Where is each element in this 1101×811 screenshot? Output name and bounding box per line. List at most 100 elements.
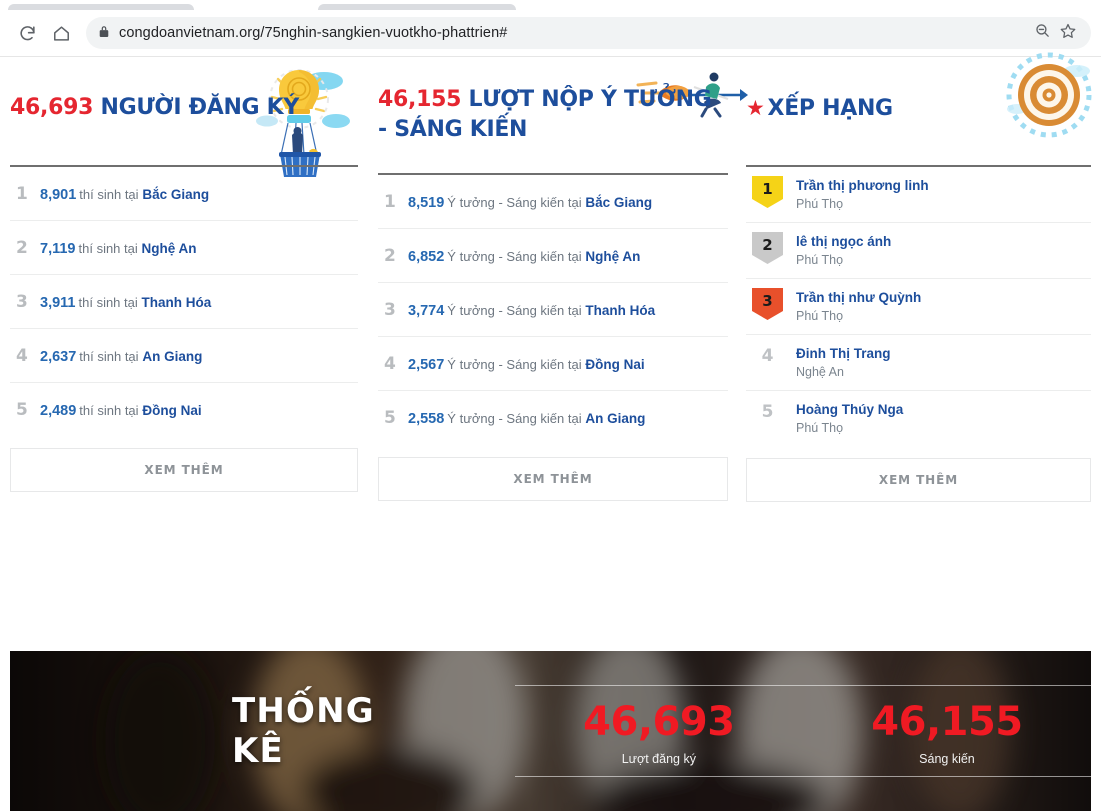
address-bar[interactable]: congdoanvietnam.org/75nghin-sangkien-vuo… [86,17,1091,49]
list-item[interactable]: 3 3,774 Ý tưởng - Sáng kiến tại Thanh Hóa [378,283,728,337]
item-value: 2,567 [408,357,445,373]
registrants-see-more-button[interactable]: XEM THÊM [10,448,358,492]
statistics-banner: THỐNG KÊ 46,693 Lượt đăng ký 46,155 Sáng… [10,651,1091,811]
rank-number: 1 [384,192,396,212]
item-value: 8,901 [40,187,77,203]
ideas-count: 46,155 [378,87,462,112]
browser-toolbar: congdoanvietnam.org/75nghin-sangkien-vuo… [0,10,1101,56]
zoom-out-icon[interactable] [1034,22,1051,44]
person-name: Hoàng Thúy Nga [796,402,904,417]
section-rule [378,173,728,175]
ranking-heading-text: XẾP HẠNG [767,96,894,121]
rank-badge: 3 [752,288,783,320]
item-value: 3,774 [408,303,445,319]
lock-icon [98,24,110,43]
rank-number: 2 [384,246,396,266]
item-province: Bắc Giang [585,195,653,210]
rank-badge: 5 [761,402,774,422]
person-name: Trần thị phương linh [796,178,929,193]
banner-title: THỐNG KÊ [232,691,375,771]
ideas-heading: 46,155 LƯỢT NỘP Ý TƯỞNG - SÁNG KIẾN [378,85,728,145]
person-province: Phú Thọ [796,253,844,267]
browser-tab[interactable] [318,4,516,10]
ideas-see-more-button[interactable]: XEM THÊM [378,457,728,501]
person-province: Phú Thọ [796,197,844,211]
list-item[interactable]: 3 Trần thị như Quỳnh Phú Thọ [746,279,1091,335]
ranking-card: ★ XẾP HẠNG 1 Trần thị phương linh Phú Thọ… [740,52,1101,502]
list-item[interactable]: 5 Hoàng Thúy Nga Phú Thọ [746,391,1091,446]
list-item[interactable]: 2 7,119 thí sinh tại Nghệ An [10,221,358,275]
list-item[interactable]: 2 lê thị ngọc ánh Phú Thọ [746,223,1091,279]
rank-badge: 4 [761,346,774,366]
ideas-list: 1 8,519 Ý tưởng - Sáng kiến tại Bắc Giang… [378,175,728,444]
ideas-heading-text-line2: - SÁNG KIẾN [378,117,528,142]
rank-number: 5 [384,408,396,428]
section-rule [10,165,358,167]
item-middle-text: Ý tưởng - Sáng kiến tại [447,249,582,264]
rank-number: 4 [16,346,28,366]
list-item[interactable]: 4 2,567 Ý tưởng - Sáng kiến tại Đồng Nai [378,337,728,391]
item-province: An Giang [585,411,646,426]
list-item[interactable]: 1 Trần thị phương linh Phú Thọ [746,167,1091,223]
item-middle-text: Ý tưởng - Sáng kiến tại [447,411,582,426]
list-item[interactable]: 1 8,901 thí sinh tại Bắc Giang [10,167,358,221]
list-item[interactable]: 4 Đinh Thị Trang Nghệ An [746,335,1091,391]
list-item[interactable]: 4 2,637 thí sinh tại An Giang [10,329,358,383]
rank-number: 3 [384,300,396,320]
banner-stat-number: 46,693 [583,699,735,745]
item-province: Nghệ An [141,241,197,256]
list-item[interactable]: 1 8,519 Ý tưởng - Sáng kiến tại Bắc Giang [378,175,728,229]
item-value: 3,911 [40,295,76,311]
browser-chrome: congdoanvietnam.org/75nghin-sangkien-vuo… [0,0,1101,57]
list-item[interactable]: 2 6,852 Ý tưởng - Sáng kiến tại Nghệ An [378,229,728,283]
item-province: Thanh Hóa [585,303,656,318]
item-middle-text: Ý tưởng - Sáng kiến tại [447,195,582,210]
person-province: Phú Thọ [796,421,844,435]
item-province: Đồng Nai [142,403,202,418]
page-content: 46,693 NGƯỜI ĐĂNG KÝ 1 8,901 thí sinh tại… [0,52,1101,811]
list-item[interactable]: 5 2,489 thí sinh tại Đồng Nai [10,383,358,436]
banner-stat-number: 46,155 [871,699,1023,745]
banner-stat-label: Lượt đăng ký [621,752,696,766]
browser-tab[interactable] [8,4,194,10]
rank-badge: 1 [752,176,783,208]
person-name: lê thị ngọc ánh [796,234,892,249]
registrants-header: 46,693 NGƯỜI ĐĂNG KÝ [10,63,358,177]
ideas-card: 46,155 LƯỢT NỘP Ý TƯỞNG - SÁNG KIẾN 1 8,… [370,63,748,502]
person-province: Nghệ An [796,365,844,379]
item-value: 2,637 [40,349,77,365]
item-value: 2,558 [408,411,445,427]
item-province: An Giang [142,349,203,364]
ranking-see-more-button[interactable]: XEM THÊM [746,458,1091,502]
rank-badge: 2 [752,232,783,264]
item-middle-text: thí sinh tại [79,349,139,364]
item-value: 8,519 [408,195,445,211]
star-icon: ★ [746,96,765,120]
item-value: 2,489 [40,403,77,419]
reload-icon[interactable] [10,16,44,50]
registrants-card: 46,693 NGƯỜI ĐĂNG KÝ 1 8,901 thí sinh tại… [0,63,370,502]
rank-number: 3 [16,292,28,312]
tab-strip [0,0,1101,10]
item-province: Nghệ An [585,249,641,264]
person-name: Đinh Thị Trang [796,346,891,361]
item-province: Thanh Hóa [141,295,212,310]
rank-number: 2 [16,238,28,258]
banner-stats: 46,693 Lượt đăng ký 46,155 Sáng kiến [514,685,1091,777]
ranking-heading: ★ XẾP HẠNG [746,93,1091,124]
banner-stat: 46,693 Lượt đăng ký [515,698,803,766]
registrants-count: 46,693 [10,95,94,120]
list-item[interactable]: 3 3,911 thí sinh tại Thanh Hóa [10,275,358,329]
list-item[interactable]: 5 2,558 Ý tưởng - Sáng kiến tại An Giang [378,391,728,444]
rank-number: 4 [384,354,396,374]
item-middle-text: thí sinh tại [79,187,139,202]
home-icon[interactable] [44,16,78,50]
item-middle-text: thí sinh tại [79,403,139,418]
rank-number: 1 [16,184,28,204]
star-bookmark-icon[interactable] [1059,22,1077,45]
ranking-list: 1 Trần thị phương linh Phú Thọ 2 lê thị … [746,167,1091,446]
item-middle-text: Ý tưởng - Sáng kiến tại [447,303,582,318]
url-text: congdoanvietnam.org/75nghin-sangkien-vuo… [119,25,508,41]
registrants-heading: 46,693 NGƯỜI ĐĂNG KÝ [10,93,358,123]
banner-stat-label: Sáng kiến [919,752,975,766]
